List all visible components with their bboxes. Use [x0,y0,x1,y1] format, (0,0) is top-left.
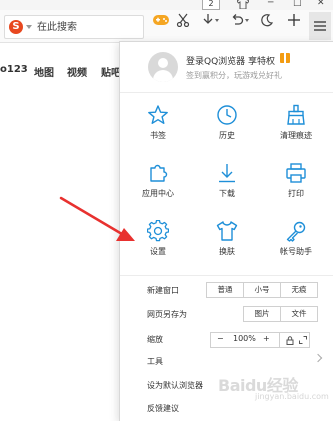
clock-icon [217,105,237,125]
watermark-url: jingyan.baidu.com [255,392,329,401]
new-window-small-button[interactable]: 小号 [243,283,280,297]
minimize-button[interactable]: ─ [268,0,273,8]
tshirt-icon [216,221,238,241]
undo-dropdown-icon[interactable] [245,19,249,22]
game-controller-icon[interactable] [152,13,170,27]
download-icon[interactable] [201,13,215,27]
zoom-divider [279,333,280,347]
nav-link[interactable]: 地图 [34,64,54,79]
menu-item-label: 下载 [219,189,235,198]
close-button[interactable]: ✕ [317,0,325,8]
download-icon [219,164,235,183]
nav-link[interactable]: o123 [0,64,28,75]
search-input[interactable] [37,19,137,35]
main-menu-button[interactable] [309,12,331,40]
new-window-incognito-button[interactable]: 无痕 [280,283,317,297]
zoom-label: 缩放 [147,335,163,344]
browser-toolbar: S [0,10,333,43]
key-icon [286,221,306,242]
zoom-in-button[interactable]: + [263,334,270,343]
menu-item-label: 打印 [288,189,304,198]
menu-item-history[interactable]: 历史 [197,104,257,141]
tab-count-badge[interactable]: 2 [202,0,220,10]
gear-icon [147,220,169,242]
save-as-image-button[interactable]: 图片 [244,307,280,321]
menu-item-skin[interactable]: 换肤 [197,220,257,257]
menu-item-downloads[interactable]: 下载 [197,162,257,199]
broom-icon [287,104,305,125]
menu-item-print[interactable]: 打印 [266,162,326,199]
menu-item-label: 清理痕迹 [280,131,312,140]
menu-divider [120,275,333,276]
scissors-icon[interactable] [176,13,190,27]
menu-item-bookmarks[interactable]: 书签 [128,104,188,141]
menu-item-label: 设置 [150,247,166,256]
nav-link[interactable]: 视频 [67,64,87,79]
search-box[interactable]: S [4,15,144,39]
zoom-control: − 100% + [210,332,310,348]
printer-icon [286,163,306,183]
login-banner[interactable]: 登录QQ浏览器 享特权 签到赢积分，玩游戏兑好礼 [120,42,333,93]
moon-icon[interactable] [260,13,274,27]
download-dropdown-icon[interactable] [215,19,219,22]
menu-item-label: 历史 [219,131,235,140]
sogou-logo-icon[interactable]: S [9,20,23,34]
menu-item-label: 书签 [150,131,166,140]
new-window-label: 新建窗口 [147,286,179,295]
menu-item-clear-traces[interactable]: 清理痕迹 [266,104,326,141]
login-title[interactable]: 登录QQ浏览器 享特权 [186,54,275,67]
gift-icon [280,53,290,63]
new-tab-icon[interactable] [287,13,301,27]
login-subtitle: 签到赢积分，玩游戏兑好礼 [186,71,282,80]
menu-item-settings[interactable]: 设置 [128,220,188,257]
zoom-out-button[interactable]: − [217,334,224,343]
save-page-options: 图片 文件 [243,306,318,322]
undo-icon[interactable] [230,13,244,27]
maximize-button[interactable]: □ [293,0,302,8]
save-as-file-button[interactable]: 文件 [280,307,317,321]
save-page-label: 网页另存为 [147,310,187,319]
menu-item-label: 帐号助手 [280,247,312,256]
nav-link[interactable]: 贴吧 [101,64,121,79]
avatar[interactable] [148,52,178,82]
menu-item-set-default-browser[interactable]: 设为默认浏览器 [147,380,203,391]
menu-item-account-helper[interactable]: 帐号助手 [266,220,326,257]
search-engine-dropdown-icon[interactable] [26,25,32,29]
new-window-options: 普通 小号 无痕 [206,282,318,298]
menu-item-label: 换肤 [219,247,235,256]
lock-icon[interactable] [286,336,294,345]
skin-icon[interactable] [237,0,249,9]
menu-item-tools[interactable]: 工具 [147,356,163,367]
chevron-right-icon [313,353,323,363]
fullscreen-icon[interactable] [299,336,307,344]
new-window-normal-button[interactable]: 普通 [207,283,243,297]
puzzle-icon [150,164,168,182]
menu-item-app-center[interactable]: 应用中心 [128,162,188,199]
zoom-value: 100% [233,334,256,343]
menu-item-feedback[interactable]: 反馈建议 [147,403,179,414]
main-menu-dropdown: 登录QQ浏览器 享特权 签到赢积分，玩游戏兑好礼 书签 历史 清理痕迹 应用中心 [119,41,333,421]
star-icon [148,105,168,124]
menu-icon [314,21,326,31]
menu-item-label: 应用中心 [142,189,174,198]
